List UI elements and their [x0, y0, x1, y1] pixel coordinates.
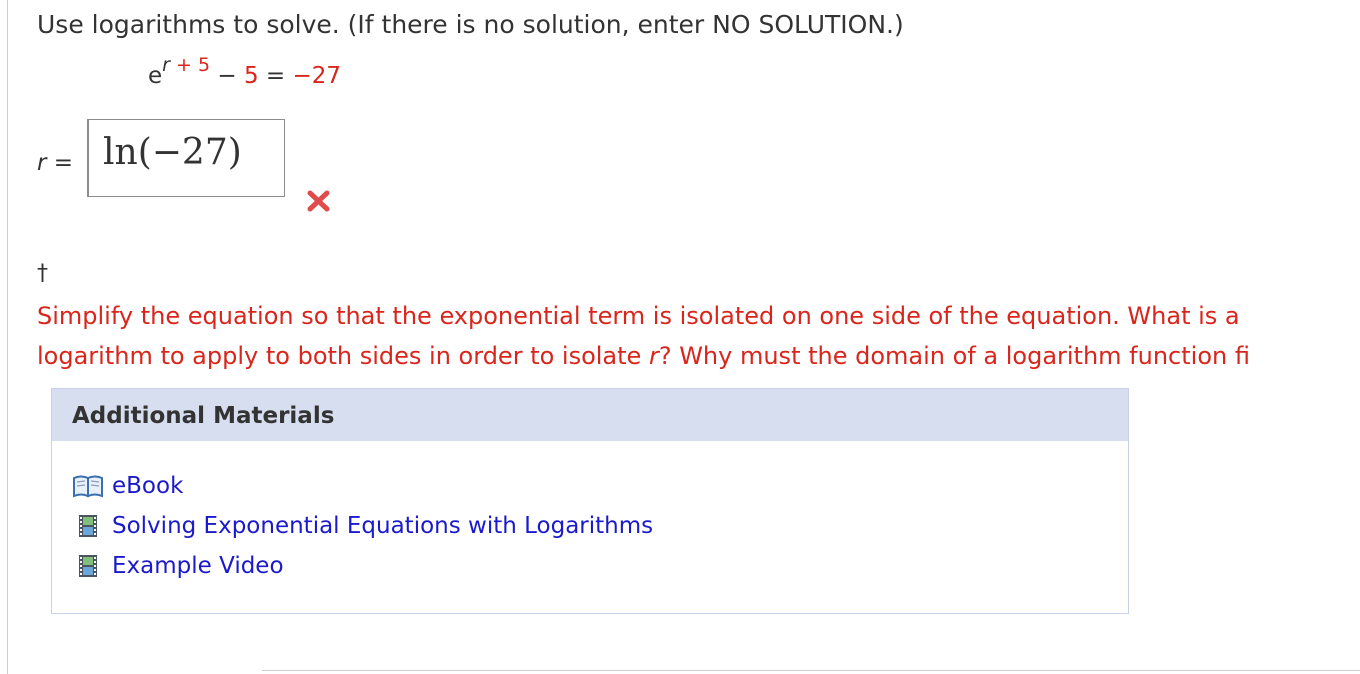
bottom-divider [262, 670, 1360, 671]
material-link-ebook[interactable]: eBook [112, 473, 183, 499]
left-border [7, 0, 8, 674]
feedback-line-2-suffix: ? Why must the domain of a logarithm fun… [658, 342, 1250, 370]
material-item-example-video[interactable]: Example Video [72, 551, 284, 581]
equation-exponent-var: r [162, 54, 170, 76]
additional-materials-header: Additional Materials [52, 389, 1128, 441]
equation-exponent-rest: + 5 [169, 54, 211, 76]
feedback-line-2: logarithm to apply to both sides in orde… [37, 336, 1250, 376]
additional-materials-panel: Additional Materials eBook Solving Expon… [51, 388, 1129, 614]
material-item-solving-video[interactable]: Solving Exponential Equations with Logar… [72, 511, 653, 541]
equation-const: 5 [243, 63, 259, 89]
equation-base: e [148, 63, 163, 89]
incorrect-x-icon [307, 190, 330, 212]
material-item-ebook[interactable]: eBook [72, 471, 183, 501]
film-icon [79, 515, 97, 537]
equation-rhs: −27 [292, 63, 342, 89]
feedback-line-2-prefix: logarithm to apply to both sides in orde… [37, 342, 649, 370]
material-link-example-video[interactable]: Example Video [112, 553, 284, 579]
equation-exponent: r + 5 [162, 54, 210, 76]
feedback-hint: Simplify the equation so that the expone… [37, 296, 1250, 376]
answer-value: ln(−27) [103, 132, 242, 173]
answer-input[interactable]: ln(−27) [87, 119, 285, 197]
feedback-line-1: Simplify the equation so that the expone… [37, 302, 1240, 330]
material-link-solving-exponential[interactable]: Solving Exponential Equations with Logar… [112, 513, 653, 539]
answer-label: r = [37, 150, 73, 176]
film-icon [79, 555, 97, 577]
equation-equals: = [265, 63, 286, 89]
feedback-line-2-var: r [648, 342, 659, 370]
book-icon [73, 475, 103, 498]
question-instruction: Use logarithms to solve. (If there is no… [37, 10, 904, 39]
feedback-marker: † [37, 261, 48, 286]
equation: er + 5 − 5 = −27 [148, 54, 342, 91]
answer-equals: = [46, 150, 74, 176]
equation-minus: − [217, 63, 237, 89]
